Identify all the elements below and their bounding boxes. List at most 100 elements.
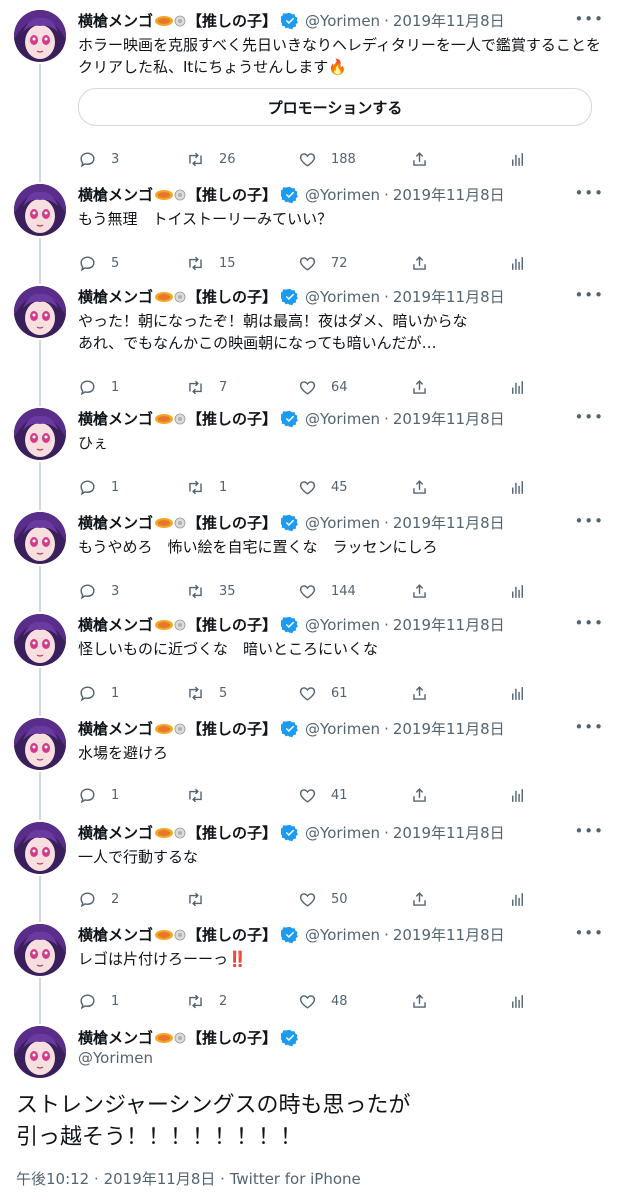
author-name[interactable]: 横槍メンゴ bbox=[78, 1028, 153, 1048]
tweet-date[interactable]: 2019年11月8日 bbox=[393, 925, 505, 945]
retweet-button[interactable] bbox=[186, 786, 298, 805]
reply-button[interactable]: 1 bbox=[78, 786, 186, 805]
author-name[interactable]: 横槍メンゴ bbox=[78, 185, 153, 205]
author-name[interactable]: 横槍メンゴ bbox=[78, 513, 153, 533]
avatar[interactable] bbox=[14, 184, 66, 236]
author-name[interactable]: 横槍メンゴ bbox=[78, 11, 153, 31]
like-button[interactable]: 50 bbox=[298, 890, 410, 909]
share-button[interactable] bbox=[410, 378, 508, 397]
author-handle[interactable]: @Yorimen bbox=[305, 185, 380, 205]
analytics-button[interactable] bbox=[508, 582, 527, 601]
author-affiliation[interactable]: 【推しの子】 bbox=[187, 11, 277, 31]
like-button[interactable]: 144 bbox=[298, 582, 410, 601]
avatar[interactable] bbox=[14, 512, 66, 564]
tweet-date[interactable]: 2019年11月8日 bbox=[393, 409, 505, 429]
share-button[interactable] bbox=[410, 150, 508, 169]
author-handle[interactable]: @Yorimen bbox=[305, 823, 380, 843]
reply-button[interactable]: 3 bbox=[78, 150, 186, 169]
more-icon[interactable]: ••• bbox=[574, 924, 604, 942]
share-button[interactable] bbox=[410, 684, 508, 703]
author-handle[interactable]: @Yorimen bbox=[305, 719, 380, 739]
author-affiliation[interactable]: 【推しの子】 bbox=[187, 287, 277, 307]
analytics-button[interactable] bbox=[508, 478, 527, 497]
reply-button[interactable]: 3 bbox=[78, 582, 186, 601]
tweet-source[interactable]: Twitter for iPhone bbox=[230, 1170, 361, 1188]
share-button[interactable] bbox=[410, 890, 508, 909]
author-affiliation[interactable]: 【推しの子】 bbox=[187, 1028, 277, 1048]
avatar[interactable] bbox=[14, 924, 66, 976]
author-affiliation[interactable]: 【推しの子】 bbox=[187, 925, 277, 945]
author-handle[interactable]: @Yorimen bbox=[305, 615, 380, 635]
retweet-button[interactable]: 1 bbox=[186, 478, 298, 497]
author-affiliation[interactable]: 【推しの子】 bbox=[187, 719, 277, 739]
share-button[interactable] bbox=[410, 254, 508, 273]
share-button[interactable] bbox=[410, 992, 508, 1011]
avatar[interactable] bbox=[14, 408, 66, 460]
like-button[interactable]: 188 bbox=[298, 150, 410, 169]
author-affiliation[interactable]: 【推しの子】 bbox=[187, 409, 277, 429]
analytics-button[interactable] bbox=[508, 378, 527, 397]
tweet-date[interactable]: 2019年11月8日 bbox=[393, 287, 505, 307]
tweet-date[interactable]: 2019年11月8日 bbox=[393, 615, 505, 635]
more-icon[interactable]: ••• bbox=[574, 718, 604, 736]
author-name[interactable]: 横槍メンゴ bbox=[78, 823, 153, 843]
tweet-date[interactable]: 2019年11月8日 bbox=[393, 185, 505, 205]
share-button[interactable] bbox=[410, 786, 508, 805]
like-button[interactable]: 61 bbox=[298, 684, 410, 703]
share-button[interactable] bbox=[410, 478, 508, 497]
avatar[interactable] bbox=[14, 1026, 66, 1078]
analytics-button[interactable] bbox=[508, 786, 527, 805]
reply-button[interactable]: 1 bbox=[78, 684, 186, 703]
avatar[interactable] bbox=[14, 614, 66, 666]
author-affiliation[interactable]: 【推しの子】 bbox=[187, 185, 277, 205]
more-icon[interactable]: ••• bbox=[574, 184, 604, 202]
author-handle[interactable]: @Yorimen bbox=[305, 925, 380, 945]
author-affiliation[interactable]: 【推しの子】 bbox=[187, 513, 277, 533]
author-name-row[interactable]: 横槍メンゴ 【推しの子】 bbox=[78, 1028, 604, 1048]
author-handle[interactable]: @Yorimen bbox=[305, 287, 380, 307]
retweet-button[interactable]: 2 bbox=[186, 992, 298, 1011]
reply-button[interactable]: 1 bbox=[78, 992, 186, 1011]
tweet-date[interactable]: 2019年11月8日 bbox=[393, 11, 505, 31]
promote-button[interactable]: プロモーションする bbox=[78, 88, 592, 126]
author-handle[interactable]: @Yorimen bbox=[305, 11, 380, 31]
more-icon[interactable]: ••• bbox=[574, 10, 604, 28]
analytics-button[interactable] bbox=[508, 992, 527, 1011]
retweet-button[interactable]: 7 bbox=[186, 378, 298, 397]
avatar[interactable] bbox=[14, 286, 66, 338]
author-handle[interactable]: @Yorimen bbox=[305, 513, 380, 533]
retweet-button[interactable]: 15 bbox=[186, 254, 298, 273]
tweet-date[interactable]: 2019年11月8日 bbox=[104, 1170, 216, 1188]
reply-button[interactable]: 1 bbox=[78, 478, 186, 497]
analytics-button[interactable] bbox=[508, 254, 527, 273]
tweet-date[interactable]: 2019年11月8日 bbox=[393, 823, 505, 843]
reply-button[interactable]: 2 bbox=[78, 890, 186, 909]
author-handle[interactable]: @Yorimen bbox=[78, 1048, 604, 1068]
analytics-button[interactable] bbox=[508, 890, 527, 909]
reply-button[interactable]: 1 bbox=[78, 378, 186, 397]
more-icon[interactable]: ••• bbox=[574, 822, 604, 840]
avatar[interactable] bbox=[14, 10, 66, 62]
analytics-button[interactable] bbox=[508, 684, 527, 703]
like-button[interactable]: 45 bbox=[298, 478, 410, 497]
like-button[interactable]: 41 bbox=[298, 786, 410, 805]
tweet-time[interactable]: 午後10:12 bbox=[16, 1170, 89, 1188]
author-name[interactable]: 横槍メンゴ bbox=[78, 719, 153, 739]
more-icon[interactable]: ••• bbox=[574, 512, 604, 530]
share-button[interactable] bbox=[410, 582, 508, 601]
tweet-date[interactable]: 2019年11月8日 bbox=[393, 719, 505, 739]
avatar[interactable] bbox=[14, 822, 66, 874]
retweet-button[interactable]: 26 bbox=[186, 150, 298, 169]
author-handle[interactable]: @Yorimen bbox=[305, 409, 380, 429]
retweet-button[interactable]: 5 bbox=[186, 684, 298, 703]
author-name[interactable]: 横槍メンゴ bbox=[78, 287, 153, 307]
reply-button[interactable]: 5 bbox=[78, 254, 186, 273]
analytics-button[interactable] bbox=[508, 150, 527, 169]
author-name[interactable]: 横槍メンゴ bbox=[78, 615, 153, 635]
retweet-button[interactable]: 35 bbox=[186, 582, 298, 601]
like-button[interactable]: 64 bbox=[298, 378, 410, 397]
more-icon[interactable]: ••• bbox=[574, 286, 604, 304]
retweet-button[interactable] bbox=[186, 890, 298, 909]
more-icon[interactable]: ••• bbox=[574, 614, 604, 632]
more-icon[interactable]: ••• bbox=[574, 408, 604, 426]
